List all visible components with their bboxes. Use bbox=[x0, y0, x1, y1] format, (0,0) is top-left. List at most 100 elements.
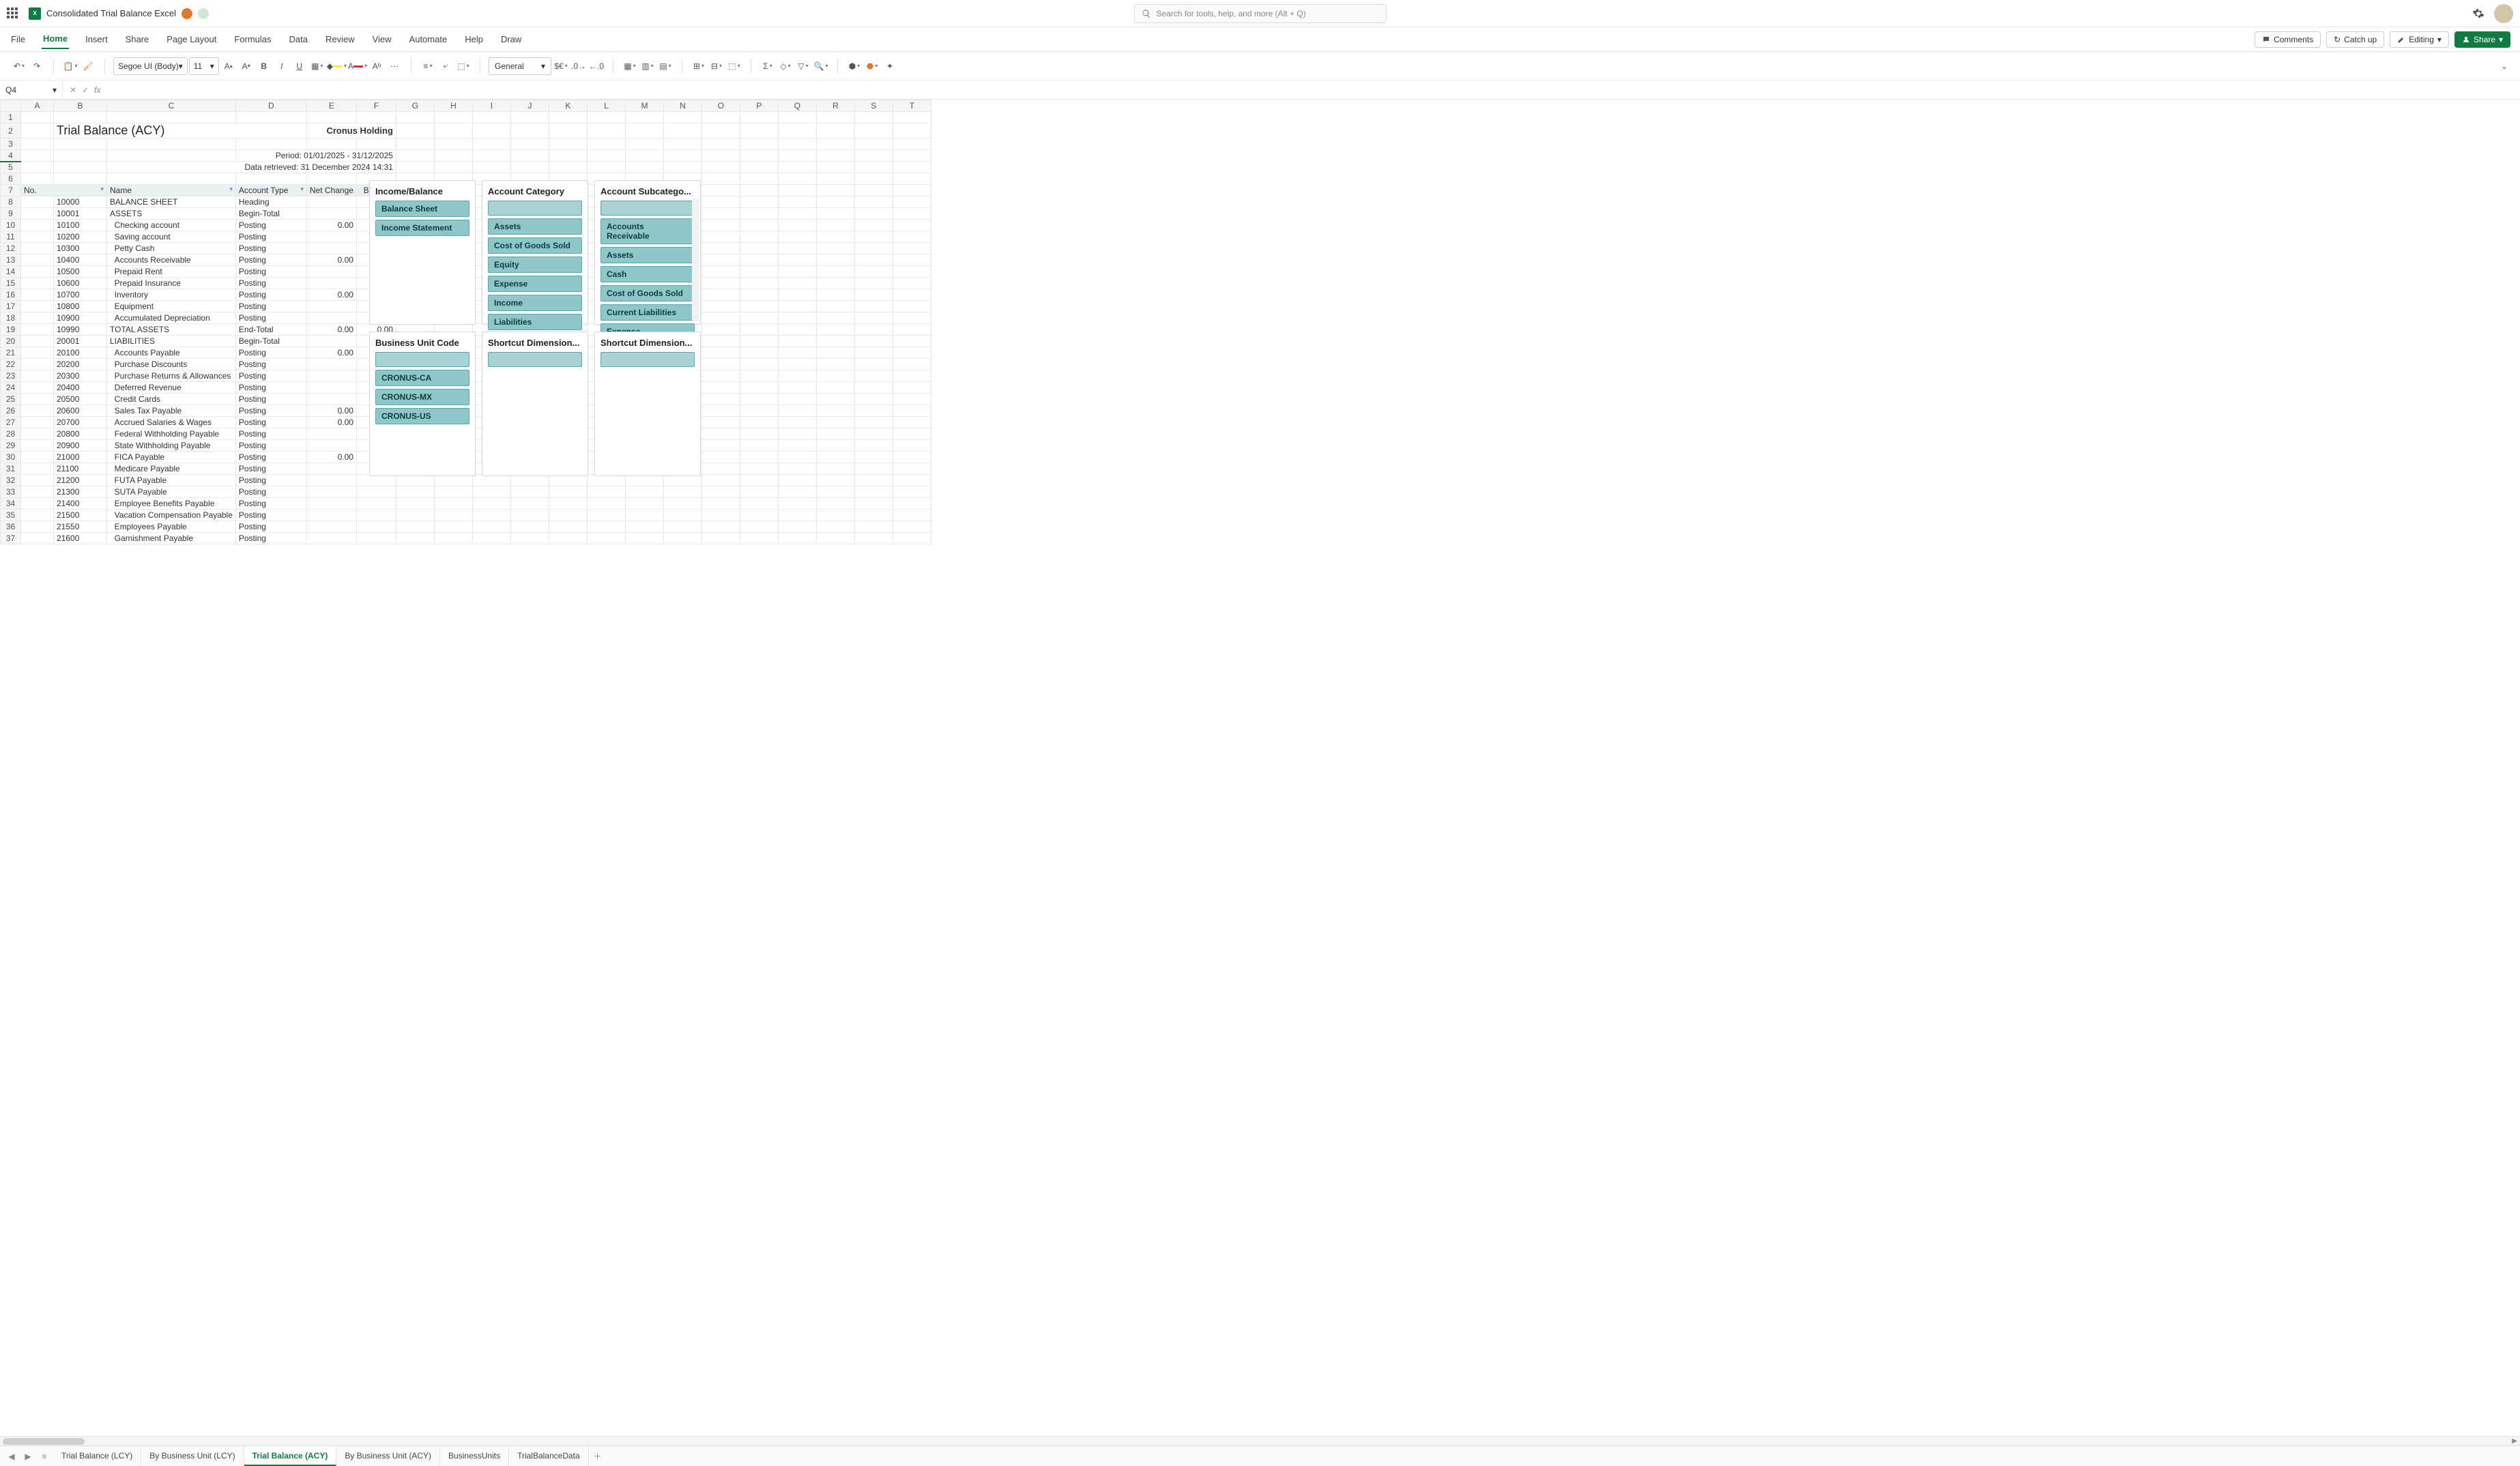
cell-no[interactable]: 10100 bbox=[54, 220, 107, 231]
grow-font-button[interactable]: A▴ bbox=[220, 57, 237, 75]
cell-balance[interactable] bbox=[356, 475, 396, 486]
cell-no[interactable]: 10800 bbox=[54, 301, 107, 312]
column-header-K[interactable]: K bbox=[549, 100, 587, 112]
cell[interactable] bbox=[816, 173, 854, 185]
column-header-N[interactable]: N bbox=[663, 100, 701, 112]
slicer-item[interactable]: Assets bbox=[488, 218, 582, 235]
cell[interactable] bbox=[306, 173, 356, 185]
cell[interactable] bbox=[778, 173, 816, 185]
cell[interactable] bbox=[893, 112, 931, 123]
column-header-C[interactable]: C bbox=[107, 100, 236, 112]
sheet-tab[interactable]: BusinessUnits bbox=[440, 1447, 509, 1466]
row-header[interactable]: 37 bbox=[1, 533, 21, 544]
cell-name[interactable]: Accounts Payable bbox=[107, 347, 236, 359]
paste-button[interactable]: 📋▾ bbox=[62, 57, 78, 75]
cell[interactable] bbox=[816, 112, 854, 123]
slicer-item[interactable] bbox=[600, 201, 695, 216]
cell-netchange[interactable] bbox=[306, 440, 356, 452]
cell[interactable] bbox=[663, 112, 701, 123]
cell-name[interactable]: Accumulated Depreciation bbox=[107, 312, 236, 324]
cell-no[interactable]: 10000 bbox=[54, 196, 107, 208]
cell[interactable] bbox=[510, 112, 549, 123]
cell-type[interactable]: Posting bbox=[235, 370, 306, 382]
cell[interactable] bbox=[356, 112, 396, 123]
slicer-business_unit[interactable]: Business Unit CodeCRONUS-CACRONUS-MXCRON… bbox=[369, 332, 476, 476]
row-header[interactable]: 3 bbox=[1, 138, 21, 150]
cell[interactable] bbox=[625, 138, 663, 150]
cell[interactable] bbox=[778, 112, 816, 123]
tab-nav-prev[interactable]: ◀ bbox=[4, 1449, 19, 1464]
cell[interactable] bbox=[893, 173, 931, 185]
cell[interactable] bbox=[549, 138, 587, 150]
cell[interactable] bbox=[740, 138, 778, 150]
row-header[interactable]: 29 bbox=[1, 440, 21, 452]
cell-no[interactable]: 21500 bbox=[54, 510, 107, 521]
user-avatar[interactable] bbox=[2494, 4, 2513, 23]
cell-no[interactable]: 10990 bbox=[54, 324, 107, 336]
col-type[interactable]: Account Type▾ bbox=[235, 185, 306, 196]
document-title[interactable]: Consolidated Trial Balance Excel bbox=[46, 8, 176, 18]
add-sheet-button[interactable]: ＋ bbox=[590, 1449, 605, 1464]
row-header[interactable]: 4 bbox=[1, 150, 21, 162]
cell-netchange[interactable]: 0.00 bbox=[306, 405, 356, 417]
slicer-item[interactable] bbox=[488, 352, 582, 367]
row-header[interactable]: 10 bbox=[1, 220, 21, 231]
cell-name[interactable]: Garnishment Payable bbox=[107, 533, 236, 544]
cell[interactable] bbox=[663, 138, 701, 150]
merge-button[interactable]: ⬚▾ bbox=[455, 57, 472, 75]
cell-name[interactable]: FICA Payable bbox=[107, 452, 236, 463]
cell[interactable] bbox=[107, 112, 236, 123]
row-header[interactable]: 21 bbox=[1, 347, 21, 359]
cell-netchange[interactable] bbox=[306, 463, 356, 475]
row-header[interactable]: 15 bbox=[1, 278, 21, 289]
menu-insert[interactable]: Insert bbox=[84, 30, 109, 48]
cell-netchange[interactable] bbox=[306, 231, 356, 243]
slicer-shortcut_dim1[interactable]: Shortcut Dimension... bbox=[482, 332, 588, 476]
slicer-item[interactable]: CRONUS-MX bbox=[375, 389, 469, 405]
slicer-item[interactable]: Income Statement bbox=[375, 220, 469, 236]
cell[interactable] bbox=[701, 173, 740, 185]
column-header-R[interactable]: R bbox=[816, 100, 854, 112]
cancel-formula-icon[interactable]: ✕ bbox=[70, 85, 76, 95]
row-header[interactable]: 18 bbox=[1, 312, 21, 324]
row-header[interactable]: 28 bbox=[1, 428, 21, 440]
row-header[interactable]: 12 bbox=[1, 243, 21, 254]
cell-name[interactable]: Sales Tax Payable bbox=[107, 405, 236, 417]
row-header[interactable]: 23 bbox=[1, 370, 21, 382]
font-color-button[interactable]: A▾ bbox=[348, 57, 367, 75]
sheet-tab[interactable]: By Business Unit (LCY) bbox=[141, 1447, 244, 1466]
menu-review[interactable]: Review bbox=[324, 30, 356, 48]
menu-automate[interactable]: Automate bbox=[408, 30, 449, 48]
slicer-item[interactable]: Cost of Goods Sold bbox=[600, 285, 695, 302]
cell[interactable] bbox=[740, 173, 778, 185]
cell-type[interactable]: Posting bbox=[235, 486, 306, 498]
tab-nav-next[interactable]: ▶ bbox=[20, 1449, 35, 1464]
cell-no[interactable]: 20001 bbox=[54, 336, 107, 347]
cell[interactable] bbox=[107, 173, 236, 185]
font-name-select[interactable]: Segoe UI (Body)▾ bbox=[113, 57, 188, 75]
cell[interactable] bbox=[701, 112, 740, 123]
addin-icon[interactable] bbox=[182, 8, 192, 19]
cell-netchange[interactable] bbox=[306, 312, 356, 324]
cell-type[interactable]: Heading bbox=[235, 196, 306, 208]
row-header[interactable]: 26 bbox=[1, 405, 21, 417]
horizontal-scrollbar[interactable]: ▶ bbox=[0, 1436, 2520, 1446]
cell-netchange[interactable] bbox=[306, 370, 356, 382]
select-all-corner[interactable] bbox=[1, 100, 21, 112]
redo-button[interactable]: ↷ bbox=[29, 57, 45, 75]
slicer-item[interactable]: Balance Sheet bbox=[375, 201, 469, 217]
borders-button[interactable]: ▦▾ bbox=[309, 57, 325, 75]
cell-netchange[interactable] bbox=[306, 533, 356, 544]
cell-name[interactable]: Employee Benefits Payable bbox=[107, 498, 236, 510]
number-format-select[interactable]: General▾ bbox=[489, 57, 551, 75]
slicer-item[interactable]: CRONUS-US bbox=[375, 408, 469, 424]
cell-netchange[interactable] bbox=[306, 498, 356, 510]
sheet-tab[interactable]: TrialBalanceData bbox=[509, 1447, 589, 1466]
cell-type[interactable]: Posting bbox=[235, 498, 306, 510]
slicer-account_category[interactable]: Account CategoryAssetsCost of Goods Sold… bbox=[482, 180, 588, 325]
addins-button[interactable]: ⬣▾ bbox=[864, 57, 880, 75]
cell[interactable] bbox=[472, 112, 510, 123]
cell-netchange[interactable] bbox=[306, 510, 356, 521]
column-header-J[interactable]: J bbox=[510, 100, 549, 112]
cell-netchange[interactable] bbox=[306, 243, 356, 254]
